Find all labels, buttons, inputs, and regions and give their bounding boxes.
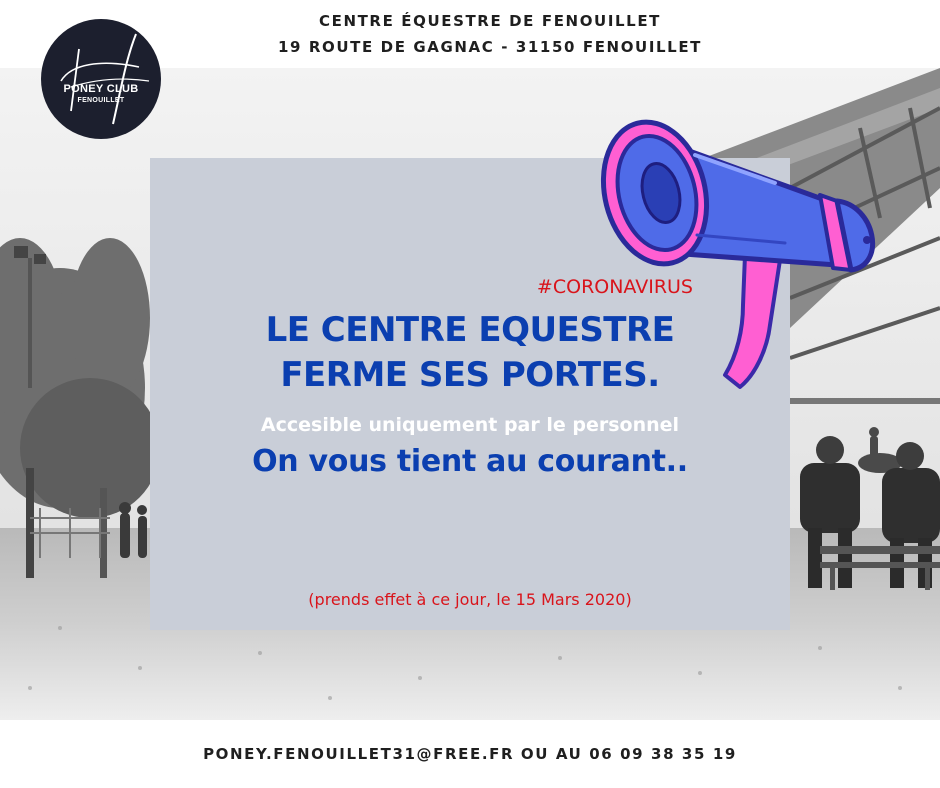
logo-text-poney-club: PONEY CLUB — [63, 83, 139, 95]
megaphone-icon — [575, 75, 895, 395]
contact-info: PONEY.FENOUILLET31@FREE.FR OU AU 06 09 3… — [203, 745, 737, 763]
trees — [0, 238, 160, 518]
keep-informed-message: On vous tient au courant.. — [252, 444, 688, 479]
footer: PONEY.FENOUILLET31@FREE.FR OU AU 06 09 3… — [0, 720, 940, 788]
poney-club-logo: PONEY CLUB FENOUILLET — [41, 19, 161, 139]
club-name: CENTRE ÉQUESTRE DE FENOUILLET — [318, 12, 661, 30]
staff-only-notice: Accesible uniquement par le personnel — [260, 414, 680, 436]
club-address: 19 ROUTE DE GAGNAC - 31150 FENOUILLET — [277, 38, 703, 56]
logo-signature — [60, 33, 150, 125]
effective-date-note: (prends effet à ce jour, le 15 Mars 2020… — [308, 590, 632, 609]
logo-text-fenouillet: FENOUILLET — [77, 97, 125, 104]
